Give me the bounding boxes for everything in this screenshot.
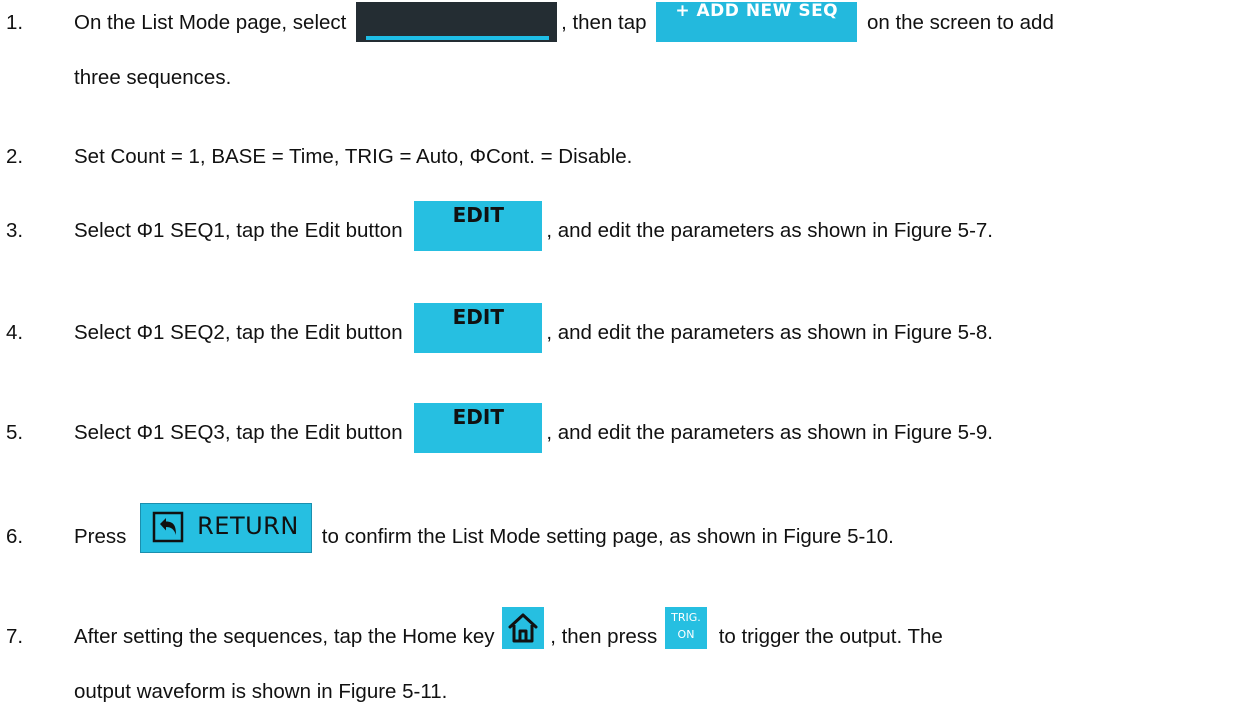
step-text-segment: After setting the sequences, tap the Hom…: [74, 625, 501, 648]
edit-button: EDIT: [414, 302, 543, 353]
add-new-seq-label: + ADD NEW SEQ: [675, 0, 839, 21]
list-tab-icon: [356, 1, 558, 42]
return-label: RETURN: [197, 511, 299, 540]
step-text-segment: , and edit the parameters as shown in Fi…: [546, 421, 993, 444]
step-text-segment: on the screen to add: [861, 11, 1054, 34]
step-text: Select Φ1 SEQ1, tap the Edit button EDIT…: [74, 200, 993, 251]
step-number: 3.: [6, 219, 24, 242]
step-text: Set Count = 1, BASE = Time, TRIG = Auto,…: [74, 145, 633, 168]
return-button: RETURN: [140, 502, 313, 553]
return-arrow-icon: [152, 511, 184, 543]
step-text-continuation: three sequences.: [74, 66, 232, 89]
step-text-segment: , and edit the parameters as shown in Fi…: [546, 321, 993, 344]
step-number: 6.: [6, 525, 24, 548]
step-number: 7.: [6, 625, 24, 648]
step-number: 4.: [6, 321, 24, 344]
step-text: On the List Mode page, select , then tap…: [74, 1, 1054, 42]
edit-label: EDIT: [452, 304, 504, 329]
step-text-segment: On the List Mode page, select: [74, 11, 353, 34]
step-text: After setting the sequences, tap the Hom…: [74, 606, 943, 649]
step-text-segment: Select Φ1 SEQ1, tap the Edit button: [74, 219, 409, 242]
step-text: Select Φ1 SEQ2, tap the Edit button EDIT…: [74, 302, 993, 353]
step-text-segment: , then press: [550, 625, 663, 648]
step-text-segment: , and edit the parameters as shown in Fi…: [546, 219, 993, 242]
tab-underline: [366, 35, 550, 40]
step-text: Select Φ1 SEQ3, tap the Edit button EDIT…: [74, 402, 993, 453]
edit-button: EDIT: [414, 402, 543, 453]
edit-button: EDIT: [414, 200, 543, 251]
edit-label: EDIT: [452, 202, 504, 227]
step-number: 2.: [6, 145, 24, 168]
step-text-continuation: output waveform is shown in Figure 5-11.: [74, 680, 448, 703]
trig-on-button: TRIG. ON: [665, 606, 707, 649]
trig-label: TRIG.: [671, 610, 701, 624]
add-new-seq-button: + ADD NEW SEQ: [656, 0, 858, 42]
step-text-segment: Select Φ1 SEQ2, tap the Edit button: [74, 321, 409, 344]
trig-on-label: ON: [677, 627, 695, 641]
step-text-segment: , then tap: [561, 11, 653, 34]
edit-label: EDIT: [452, 404, 504, 429]
step-number: 1.: [6, 11, 24, 34]
step-text-segment: Select Φ1 SEQ3, tap the Edit button: [74, 421, 409, 444]
home-icon: [502, 606, 545, 649]
step-text-segment: to confirm the List Mode setting page, a…: [316, 525, 894, 548]
step-text: Press RETURN to confirm the List Mode se…: [74, 502, 894, 553]
step-text-segment: to trigger the output. The: [713, 625, 943, 648]
step-number: 5.: [6, 421, 24, 444]
step-text-segment: Press: [74, 525, 133, 548]
